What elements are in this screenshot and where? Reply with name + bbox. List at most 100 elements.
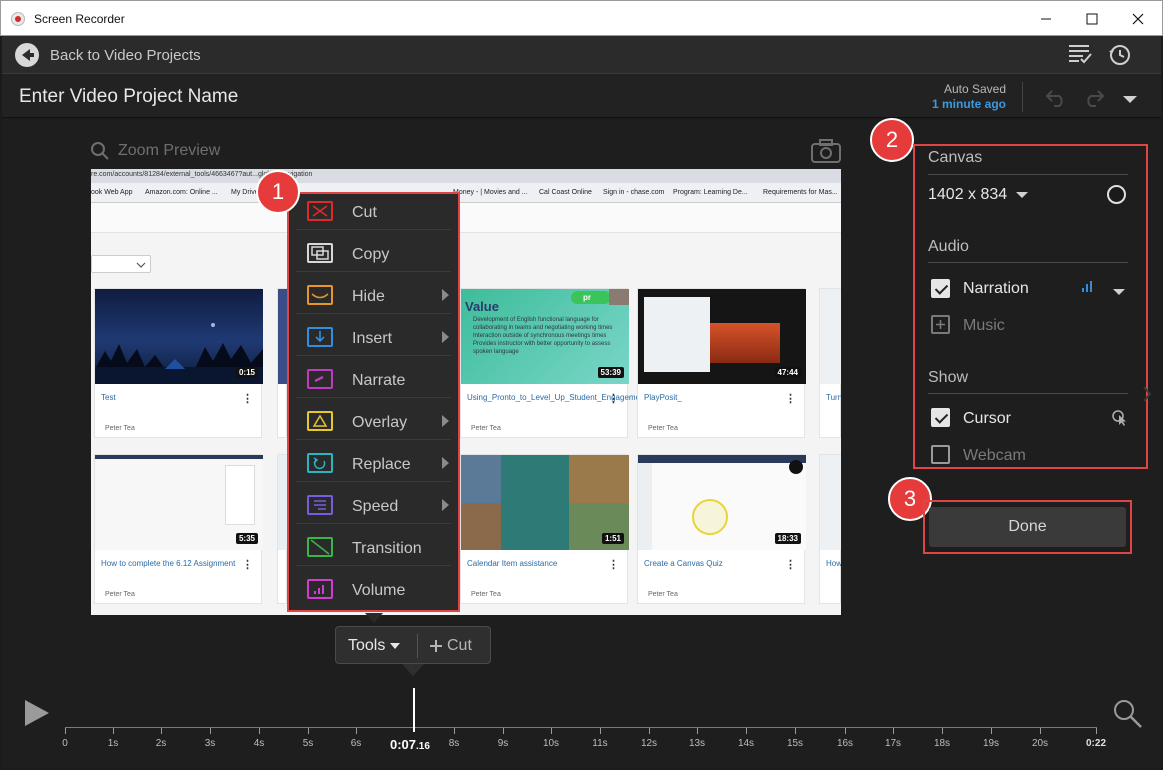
thumb-sidebar [225,465,255,525]
card-author: Peter Tea [471,591,501,598]
window-title: Screen Recorder [34,12,125,26]
playhead[interactable] [413,688,415,732]
panel-collapse-arrow[interactable] [1142,385,1152,408]
copy-icon [307,243,333,263]
maximize-button[interactable] [1069,1,1115,36]
tick-label: 4s [253,738,265,749]
menu-item-transition[interactable]: Transition [296,530,451,566]
thumb-header [638,455,806,463]
kebab-menu-icon[interactable]: ⋮ [608,558,619,571]
timeline-tick [503,728,504,734]
timeline-zoom-button[interactable] [1112,698,1144,735]
photo-tile [461,503,501,550]
timeline-tick [845,728,846,734]
playlist-check-icon [1069,45,1092,64]
kebab-menu-icon[interactable]: ⋮ [785,392,796,405]
menu-item-insert[interactable]: Insert [296,320,451,356]
video-card[interactable]: Value Development of English functional … [460,288,728,438]
menu-item-speed[interactable]: Speed [296,488,451,524]
menu-label: Overlay [352,414,408,431]
video-preview[interactable]: re.com/accounts/81284/external_tools/466… [91,169,841,615]
cut-icon [307,201,333,221]
menu-item-replace[interactable]: Replace [296,446,451,482]
cursor-highlight [692,499,728,535]
canvas-heading: Canvas [928,149,983,166]
slide-title: Value [465,299,499,314]
zoom-preview-control[interactable]: Zoom Preview [90,141,220,161]
canvas-size-value: 1402 x 834 [928,186,1008,203]
video-card-partial [277,454,288,604]
kebab-menu-icon[interactable]: ⋮ [608,392,619,405]
tools-dropdown-button[interactable]: Tools [348,637,401,655]
video-card[interactable]: 18:33 Create a Canvas Quiz ⋮ Peter Tea [637,454,806,604]
bookmark: Money - | Movies and ... [453,189,528,196]
menu-item-volume[interactable]: Volume [296,572,451,608]
narration-label: Narration [963,280,1029,297]
video-card[interactable]: 5:35 How to complete the 6.12 Assignment… [94,454,263,604]
history-button[interactable] [1107,42,1133,68]
settings-panel: Canvas 1402 x 834 Audio Narration Music … [913,144,1148,469]
menu-item-copy[interactable]: Copy [296,236,451,272]
add-music-button[interactable] [931,315,950,334]
video-card[interactable]: 1:51 Calendar Item assistance ⋮ Peter Te… [460,454,629,604]
canvas-color-swatch[interactable] [1107,185,1126,204]
callout-marker-1: 1 [256,170,300,214]
back-to-projects-link[interactable]: Back to Video Projects [14,42,201,68]
snapshot-button[interactable] [810,138,842,169]
video-card-partial[interactable]: How [819,454,841,604]
kebab-menu-icon[interactable]: ⋮ [242,558,253,571]
chevron-down-icon [1123,96,1137,103]
redo-button[interactable] [1082,86,1106,113]
duration-badge: 18:33 [774,533,801,544]
timeline-toolbar: Tools Cut [335,626,491,664]
tick-label: 13s [688,738,706,749]
card-title: PlayPosit_ [644,393,682,402]
caret-down-icon [1016,192,1029,198]
done-button[interactable]: Done [929,507,1126,547]
close-window-button[interactable] [1115,1,1161,36]
video-card-partial[interactable]: Turn [819,288,841,438]
tick-label: 5s [302,738,314,749]
narration-level-button[interactable] [1081,279,1097,298]
menu-label: Replace [352,456,411,473]
card-author: Peter Tea [105,591,135,598]
divider [928,174,1128,175]
project-name-field[interactable]: Enter Video Project Name [19,86,238,108]
minimize-button[interactable] [1023,1,1069,36]
bookmark: ook Web App [91,189,133,196]
narration-options-button[interactable] [1112,283,1126,301]
divider [928,262,1128,263]
timeline-tick [454,728,455,734]
video-card[interactable]: 0:15 Test ⋮ Peter Tea [94,288,263,438]
redo-icon [1087,90,1105,107]
submenu-arrow-icon [442,415,449,427]
webcam-checkbox[interactable] [931,445,950,464]
bookmark: Sign in - chase.com [603,189,665,196]
narration-checkbox[interactable] [931,279,950,298]
menu-item-hide[interactable]: Hide [296,278,451,314]
page-dropdown [91,255,151,273]
cursor-options-button[interactable] [1111,409,1127,432]
timeline-tick [649,728,650,734]
tick-label: 2s [155,738,167,749]
kebab-menu-icon[interactable]: ⋮ [242,392,253,405]
hide-eye-icon [307,285,333,305]
thumbnail [820,455,841,550]
more-options-button[interactable] [1122,92,1138,110]
timeline-tick [942,728,943,734]
cursor-checkbox[interactable] [931,408,950,427]
playlist-check-button[interactable] [1067,42,1093,66]
menu-item-cut[interactable]: Cut [296,194,451,230]
undo-button[interactable] [1044,86,1068,113]
cut-label: Cut [447,637,472,654]
kebab-menu-icon[interactable]: ⋮ [785,558,796,571]
canvas-size-dropdown[interactable]: 1402 x 834 [928,186,1029,204]
menu-item-narrate[interactable]: Narrate [296,362,451,398]
play-button[interactable] [24,699,50,732]
tick-label: 10s [542,738,560,749]
video-card[interactable]: 47:44 PlayPosit_ ⋮ Peter Tea [637,288,806,438]
divider [928,393,1128,394]
add-cut-button[interactable]: Cut [429,637,472,655]
narrate-mic-icon [307,369,333,389]
menu-item-overlay[interactable]: Overlay [296,404,451,440]
